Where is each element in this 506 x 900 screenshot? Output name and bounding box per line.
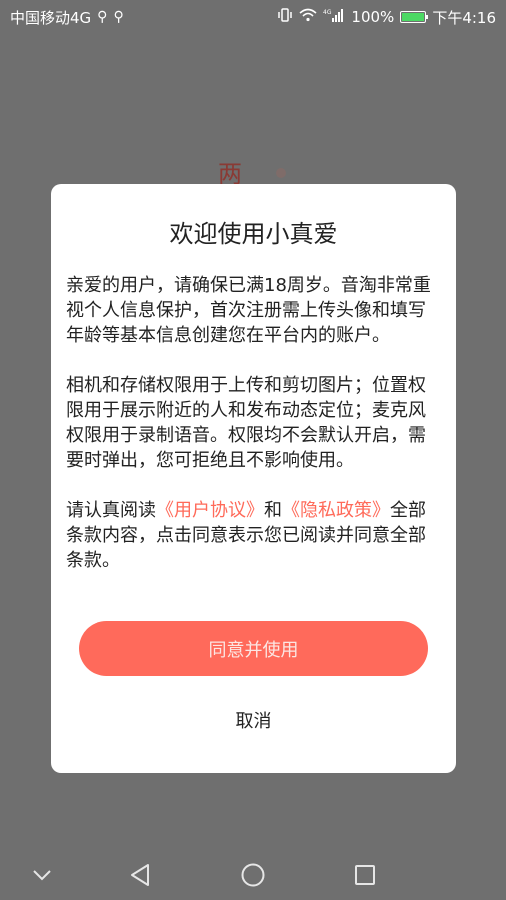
background-decoration — [276, 168, 286, 178]
privacy-policy-link[interactable]: 《隐私政策》 — [282, 500, 390, 521]
vibrate-icon — [277, 8, 293, 26]
chevron-down-icon[interactable] — [27, 860, 57, 890]
terms-prefix: 请认真阅读 — [66, 500, 156, 521]
usb-icon: ⚲ — [113, 9, 124, 25]
svg-text:4G: 4G — [323, 9, 332, 16]
dialog-paragraph-age: 亲爱的用户，请确保已满18周岁。音淘非常重视个人信息保护，首次注册需上传头像和填… — [66, 275, 431, 346]
dialog-paragraph-permissions: 相机和存储权限用于上传和剪切图片；位置权限用于展示附近的人和发布动态定位；麦克风… — [66, 375, 426, 471]
navigation-bar — [0, 850, 506, 900]
dialog-title: 欢迎使用小真爱 — [169, 220, 338, 248]
battery-icon — [400, 11, 429, 23]
dialog-paragraph-terms: 请认真阅读《用户协议》和《隐私政策》全部条款内容，点击同意表示您已阅读并同意全部… — [66, 498, 441, 573]
status-left: 中国移动4G ⚲ ⚲ — [10, 7, 124, 28]
clock: 下午4:16 — [432, 8, 496, 27]
home-circle-icon[interactable] — [238, 860, 268, 890]
status-right: 4G 100% 下午4:16 — [277, 7, 496, 28]
wifi-icon — [299, 8, 317, 26]
screen: 中国移动4G ⚲ ⚲ 4G 100% 下午4:16 两 欢迎使用小真爱 亲爱的用… — [0, 0, 506, 900]
terms-and: 和 — [264, 500, 282, 521]
usb-icon: ⚲ — [97, 9, 108, 25]
user-agreement-link[interactable]: 《用户协议》 — [156, 500, 264, 521]
agree-button[interactable]: 同意并使用 — [79, 621, 428, 676]
carrier-label: 中国移动4G — [10, 8, 92, 27]
back-triangle-icon[interactable] — [125, 860, 155, 890]
dialog-body: 亲爱的用户，请确保已满18周岁。音淘非常重视个人信息保护，首次注册需上传头像和填… — [66, 273, 441, 598]
recents-square-icon[interactable] — [350, 860, 380, 890]
welcome-dialog: 欢迎使用小真爱 亲爱的用户，请确保已满18周岁。音淘非常重视个人信息保护，首次注… — [51, 184, 456, 773]
status-bar: 中国移动4G ⚲ ⚲ 4G 100% 下午4:16 — [0, 0, 506, 34]
battery-percent: 100% — [351, 8, 395, 26]
cancel-button[interactable]: 取消 — [191, 702, 316, 738]
signal-icon: 4G — [323, 8, 345, 26]
